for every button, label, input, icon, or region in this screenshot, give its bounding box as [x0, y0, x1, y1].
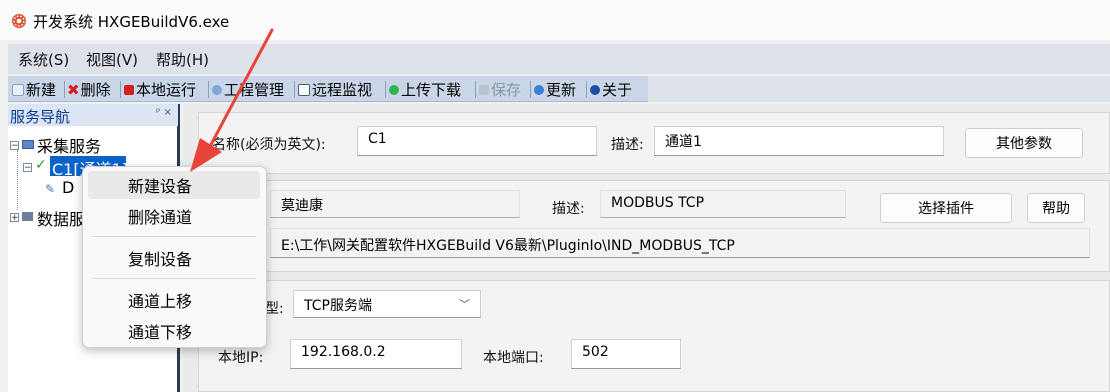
toolbar-separator	[64, 81, 65, 98]
toolbar-upload-button[interactable]: 上传下载	[389, 79, 461, 100]
toolbar-separator	[586, 81, 587, 98]
type-label: 型:	[265, 301, 284, 317]
toolbar-upload-label: 上传下载	[401, 81, 462, 99]
monitor-icon	[298, 83, 310, 96]
pin-close-icon[interactable]: ᵖ ×	[156, 107, 172, 118]
menu-move-channel-up[interactable]: 通道上移	[88, 286, 260, 314]
tree-data-service[interactable]: 数据服	[37, 206, 85, 230]
new-icon	[12, 83, 24, 96]
tree-line	[17, 150, 18, 210]
menu-separator	[92, 278, 256, 279]
toolbar-separator	[385, 81, 386, 98]
toolbar-project-label: 工程管理	[224, 81, 285, 99]
project-icon	[212, 84, 222, 95]
toolbar-new-label: 新建	[26, 81, 57, 99]
database-icon	[22, 212, 33, 221]
channel-desc-input[interactable]: 通道1	[654, 126, 944, 156]
run-icon	[124, 84, 134, 95]
window-title: 开发系统 HXGEBuildV6.exe	[33, 13, 230, 31]
about-icon	[590, 84, 600, 95]
toolbar-save-label: 保存	[491, 81, 522, 99]
menu-move-channel-down[interactable]: 通道下移	[88, 317, 260, 345]
channel-name-input[interactable]: C1	[357, 126, 597, 156]
toolbar-separator	[208, 81, 209, 98]
toolbar-separator	[294, 81, 295, 98]
toolbar-about-label: 关于	[602, 81, 633, 99]
toolbar-project-button[interactable]: 工程管理	[212, 79, 284, 100]
local-ip-label: 本地IP:	[218, 350, 264, 366]
plugin-desc-field: MODBUS TCP	[600, 190, 846, 218]
chevron-down-icon: ﹀	[459, 298, 470, 311]
channel-desc-label: 描述:	[611, 137, 644, 153]
other-params-button[interactable]: 其他参数	[965, 128, 1083, 158]
toolbar-about-button[interactable]: 关于	[590, 79, 632, 100]
tree-collect-service[interactable]: 采集服务	[37, 133, 101, 157]
tree-device[interactable]: D	[62, 178, 74, 197]
toolbar-update-button[interactable]: 更新	[534, 79, 576, 100]
expand-icon[interactable]: +	[10, 213, 19, 223]
toolbar-monitor-label: 远程监视	[312, 81, 373, 99]
plugin-path-field: E:\工作\网关配置软件HXGEBuild V6最新\PluginIo\IND_…	[270, 228, 1090, 258]
upload-icon	[389, 84, 399, 95]
menu-new-device[interactable]: 新建设备	[88, 171, 260, 199]
folder-icon	[22, 140, 34, 149]
name-label: 名称(必须为英文):	[212, 137, 326, 153]
local-port-label: 本地端口:	[483, 350, 544, 366]
local-port-input[interactable]: 502	[571, 339, 681, 369]
delete-icon: ✖	[67, 80, 80, 99]
plugin-desc-label: 描述:	[552, 201, 585, 217]
vendor-field: 莫迪康	[270, 190, 520, 218]
update-icon	[534, 84, 544, 95]
toolbar-monitor-button[interactable]: 远程监视	[298, 79, 372, 100]
toolbar-filler	[648, 76, 1110, 102]
local-ip-input[interactable]: 192.168.0.2	[290, 339, 462, 369]
save-icon	[479, 84, 489, 95]
select-plugin-button[interactable]: 选择插件	[880, 193, 1012, 223]
toolbar-run-label: 本地运行	[136, 81, 197, 99]
menu-help[interactable]: 帮助(H)	[156, 49, 209, 70]
menu-view[interactable]: 视图(V)	[86, 49, 138, 70]
menu-system[interactable]: 系统(S)	[18, 49, 69, 70]
help-button[interactable]: 帮助	[1027, 193, 1085, 223]
toolbar-delete-label: 删除	[80, 81, 111, 99]
toolbar-run-button[interactable]: 本地运行	[124, 79, 196, 100]
device-icon: ✎	[45, 182, 56, 196]
toolbar-separator	[530, 81, 531, 98]
collapse-icon[interactable]: −	[10, 141, 19, 151]
collapse-icon[interactable]: −	[23, 163, 32, 173]
menu-separator	[92, 236, 256, 237]
toolbar-separator	[475, 81, 476, 98]
toolbar-separator	[120, 81, 121, 98]
type-select[interactable]: TCP服务端 ﹀	[293, 290, 481, 318]
toolbar-update-label: 更新	[546, 81, 577, 99]
toolbar-new-button[interactable]: 新建	[12, 79, 56, 100]
nav-title: 服务导航	[10, 108, 71, 126]
type-select-value: TCP服务端	[304, 298, 372, 314]
toolbar-save-button[interactable]: 保存	[479, 79, 521, 100]
app-gear-icon	[10, 12, 28, 30]
check-icon: ✓	[35, 157, 47, 173]
menu-copy-device[interactable]: 复制设备	[88, 244, 260, 272]
toolbar-delete-button[interactable]: ✖ 删除	[67, 79, 111, 100]
menu-delete-channel[interactable]: 删除通道	[88, 202, 260, 230]
